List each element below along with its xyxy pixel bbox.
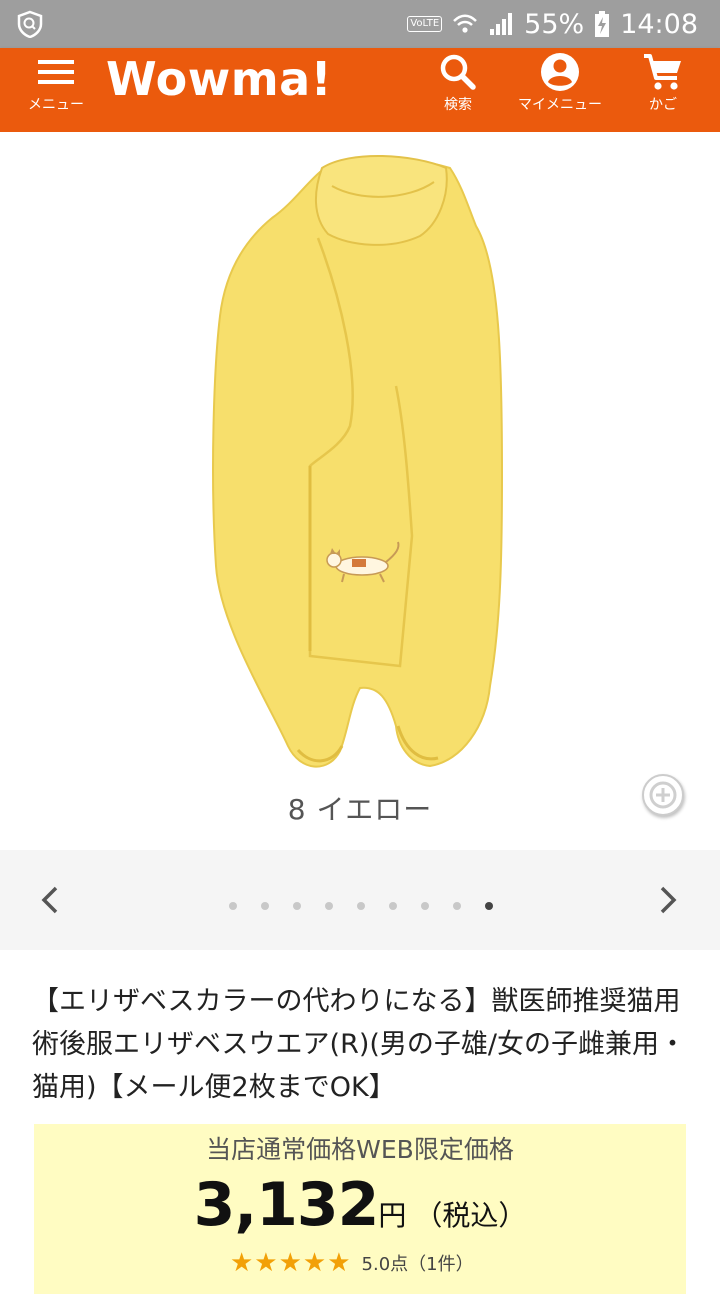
image-carousel-nav [0,850,720,950]
price-value: 3,132 [193,1170,380,1240]
cart-button[interactable]: かご [632,48,694,132]
rating-stars: ★★★★★ [230,1248,352,1278]
product-rating[interactable]: ★★★★★ 5.0点（1件） [230,1248,474,1278]
carousel-dot[interactable] [357,902,365,910]
my-menu-label: マイメニュー [518,97,602,113]
product-image-area[interactable]: 8 イエロー [0,132,720,850]
price-box: 当店通常価格WEB限定価格 3,132円 （税込） ★★★★★ 5.0点（1件） [34,1124,686,1294]
chevron-right-icon [657,885,679,915]
carousel-dot[interactable] [389,902,397,910]
zoom-button[interactable] [642,774,684,816]
carousel-dot[interactable] [453,902,461,910]
signal-icon [488,11,514,37]
carousel-prev-button[interactable] [30,880,70,920]
carousel-dot[interactable] [229,902,237,910]
search-button[interactable]: 検索 [428,48,488,132]
carousel-dot[interactable] [421,902,429,910]
search-label: 検索 [444,97,472,113]
product-photo-garment [212,155,504,768]
price-row: 3,132円 （税込） [34,1170,686,1240]
wowma-logo[interactable]: Wowma! [106,52,332,106]
volte-indicator: VoLTE [407,16,443,32]
price-tax-note: （税込） [414,1199,527,1232]
my-menu-button[interactable]: マイメニュー [508,48,612,132]
menu-button[interactable]: メニュー [22,48,90,132]
wifi-icon [452,12,478,36]
cart-label: かご [649,97,677,113]
price-currency: 円 [378,1199,407,1232]
status-bar: VoLTE 55% 14:08 [0,0,720,48]
app-header: メニュー Wowma! 検索 マイメニュー かご [0,48,720,132]
search-icon [436,52,480,92]
carousel-dot[interactable] [325,902,333,910]
hamburger-icon [36,52,76,92]
battery-percent: 55% [524,8,585,40]
zoom-in-icon [648,780,678,810]
cart-icon [641,52,685,92]
price-label: 当店通常価格WEB限定価格 [206,1135,514,1164]
carousel-dots [0,902,720,914]
account-icon [539,52,581,92]
battery-charging-icon [594,10,610,38]
product-image-caption: 8 イエロー [287,793,433,826]
carousel-next-button[interactable] [648,880,688,920]
rating-text: 5.0点（1件） [361,1254,474,1275]
carousel-dot[interactable] [293,902,301,910]
carousel-dot[interactable] [485,902,493,910]
product-title: 【エリザベスカラーの代わりになる】獣医師推奨猫用術後服エリザベスウエア(R)(男… [32,986,686,1103]
clock: 14:08 [620,8,698,40]
carousel-dot[interactable] [261,902,269,910]
shield-app-icon [16,10,44,38]
menu-label: メニュー [28,97,84,113]
